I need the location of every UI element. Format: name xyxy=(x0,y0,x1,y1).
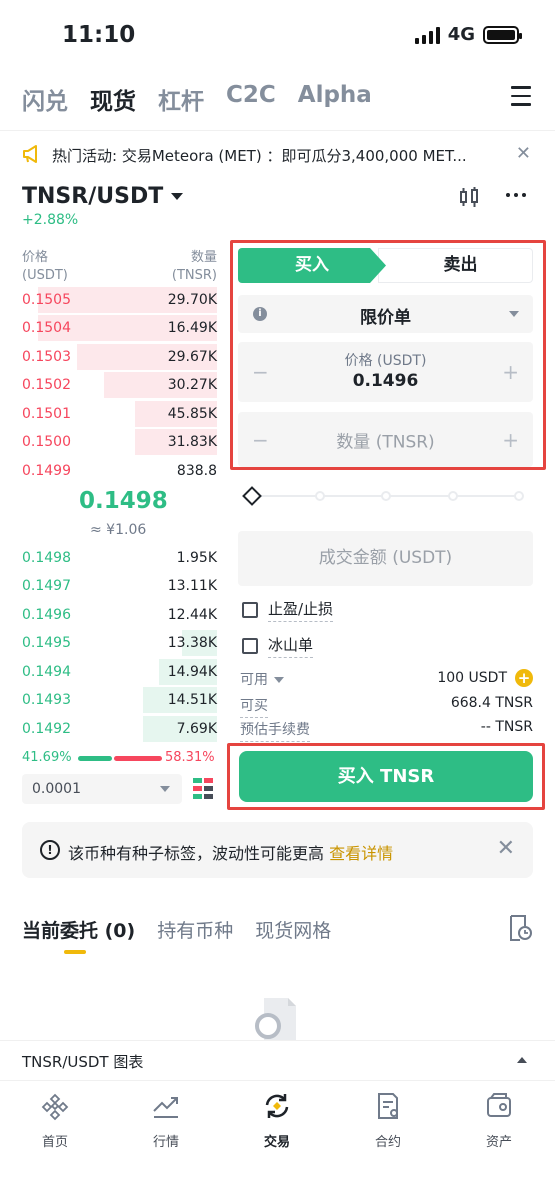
tpsl-checkbox[interactable] xyxy=(242,602,258,618)
candlestick-icon[interactable] xyxy=(458,186,480,208)
menu-icon[interactable] xyxy=(511,86,531,106)
order-history-icon[interactable] xyxy=(508,914,532,942)
announcement-text[interactable]: 热门活动: 交易Meteora (MET) ：即可瓜分3,400,000 MET… xyxy=(52,145,504,166)
seed-tag-warning: ! 该币种有种子标签，波动性可能更高 查看详情 ✕ xyxy=(22,822,533,878)
wallet-icon xyxy=(487,1093,511,1117)
more-icon[interactable] xyxy=(506,193,526,197)
nav-trade[interactable]: 交易 xyxy=(232,1091,322,1150)
announcement-bar[interactable]: 热门活动: 交易Meteora (MET) ：即可瓜分3,400,000 MET… xyxy=(0,138,555,172)
precision-select[interactable]: 0.0001 xyxy=(22,774,182,804)
ask-row[interactable]: 0.1502 30.27K xyxy=(22,371,217,399)
nav-futures[interactable]: 合约 xyxy=(343,1091,433,1150)
tab-margin[interactable]: 杠杆 xyxy=(158,82,204,116)
chevron-up-icon[interactable] xyxy=(517,1057,527,1063)
trade-icon xyxy=(265,1094,289,1118)
divider xyxy=(0,130,555,131)
ask-row[interactable]: 0.1499 838.8 xyxy=(22,457,217,485)
ask-row[interactable]: 0.1505 29.70K xyxy=(22,286,217,314)
slider-handle[interactable] xyxy=(242,486,262,506)
pair-symbol: TNSR/USDT xyxy=(22,184,164,209)
caret-down-icon xyxy=(171,193,184,200)
nav-home[interactable]: 首页 xyxy=(10,1091,100,1150)
buy-ratio: 41.69% xyxy=(22,750,72,765)
status-indicators: 4G xyxy=(414,24,522,45)
tab-c2c[interactable]: C2C xyxy=(226,82,276,116)
alert-icon: ! xyxy=(40,840,60,860)
chart-expand-bar[interactable]: TNSR/USDT 图表 xyxy=(0,1040,555,1080)
ask-row[interactable]: 0.1504 16.49K xyxy=(22,314,217,342)
bid-row[interactable]: 0.1496 12.44K xyxy=(22,601,217,629)
iceberg-checkbox-row[interactable]: 冰山单 xyxy=(242,634,314,658)
view-details-link[interactable]: 查看详情 xyxy=(329,844,393,863)
amount-slider[interactable] xyxy=(242,486,527,506)
empty-state-icon xyxy=(255,998,296,1040)
markets-icon xyxy=(153,1097,178,1118)
can-buy-row: 可买 668.4 TNSR xyxy=(240,695,533,718)
can-buy-value: 668.4 TNSR xyxy=(450,695,533,711)
highlight-buy-button xyxy=(227,743,545,810)
status-time: 11:10 xyxy=(62,22,136,48)
bottom-nav: 首页 行情 交易 合约 资产 xyxy=(0,1080,555,1177)
bid-row[interactable]: 0.1497 13.11K xyxy=(22,572,217,600)
fee-row: 预估手续费 -- TNSR xyxy=(240,719,533,742)
nav-markets[interactable]: 行情 xyxy=(121,1091,211,1150)
bid-row[interactable]: 0.1492 7.69K xyxy=(22,715,217,743)
signal-icon xyxy=(414,26,440,44)
tab-holdings[interactable]: 持有币种 xyxy=(157,916,233,943)
chart-bar-label: TNSR/USDT 图表 xyxy=(22,1053,144,1071)
tab-convert[interactable]: 闪兑 xyxy=(22,82,68,116)
tpsl-checkbox-row[interactable]: 止盈/止损 xyxy=(242,598,334,622)
futures-icon xyxy=(378,1093,398,1119)
ask-row[interactable]: 0.1501 45.85K xyxy=(22,400,217,428)
pair-selector[interactable]: TNSR/USDT xyxy=(22,184,184,209)
available-value: 100 USDT xyxy=(437,670,507,686)
network-label: 4G xyxy=(447,24,475,45)
nav-assets[interactable]: 资产 xyxy=(454,1091,544,1150)
close-icon[interactable]: ✕ xyxy=(497,836,515,861)
caret-down-icon xyxy=(274,677,284,683)
last-price[interactable]: 0.1498 xyxy=(79,488,168,514)
available-row: 可用 100 USDT + xyxy=(240,669,533,691)
sell-ratio-bar xyxy=(114,756,162,761)
total-field[interactable]: 成交金额 (USDT) xyxy=(238,531,533,586)
highlight-order-form xyxy=(230,240,546,470)
deposit-plus-icon[interactable]: + xyxy=(515,669,533,687)
fee-value: -- TNSR xyxy=(480,719,533,735)
fee-label: 预估手续费 xyxy=(240,719,310,742)
bid-row[interactable]: 0.1493 14.51K xyxy=(22,686,217,714)
caret-down-icon xyxy=(160,786,170,792)
megaphone-icon xyxy=(23,145,37,163)
last-price-cny: ≈ ¥1.06 xyxy=(90,522,147,538)
warning-text: 该币种有种子标签，波动性可能更高 xyxy=(68,844,325,863)
home-icon xyxy=(41,1093,69,1121)
orderbook-qty-header: 数量 (TNSR) xyxy=(171,250,217,283)
orders-tabs: 当前委托 (0) 持有币种 现货网格 xyxy=(22,916,331,943)
orderbook-price-header: 价格 (USDT) xyxy=(22,250,68,283)
close-icon[interactable]: ✕ xyxy=(516,143,531,164)
bid-row[interactable]: 0.1498 1.95K xyxy=(22,544,217,572)
tab-underline xyxy=(64,950,86,954)
bid-row[interactable]: 0.1495 13.38K xyxy=(22,629,217,657)
available-select[interactable]: 可用 xyxy=(240,669,284,689)
ask-row[interactable]: 0.1503 29.67K xyxy=(22,343,217,371)
tab-alpha[interactable]: Alpha xyxy=(298,82,372,116)
ask-row[interactable]: 0.1500 31.83K xyxy=(22,428,217,456)
tab-open-orders[interactable]: 当前委托 (0) xyxy=(22,916,135,943)
can-buy-label: 可买 xyxy=(240,695,268,718)
battery-icon xyxy=(483,25,522,44)
tab-spot-grid[interactable]: 现货网格 xyxy=(255,916,331,943)
pair-change: +2.88% xyxy=(22,212,79,228)
orderbook-layout-icon[interactable] xyxy=(192,776,214,800)
top-tabs: 闪兑 现货 杠杆 C2C Alpha xyxy=(22,82,372,116)
sell-ratio: 58.31% xyxy=(165,750,215,765)
buy-ratio-bar xyxy=(78,756,112,761)
bid-row[interactable]: 0.1494 14.94K xyxy=(22,658,217,686)
iceberg-label: 冰山单 xyxy=(268,634,314,658)
status-bar: 11:10 4G xyxy=(0,0,555,70)
tpsl-label: 止盈/止损 xyxy=(268,598,334,622)
iceberg-checkbox[interactable] xyxy=(242,638,258,654)
tab-spot[interactable]: 现货 xyxy=(90,82,136,116)
